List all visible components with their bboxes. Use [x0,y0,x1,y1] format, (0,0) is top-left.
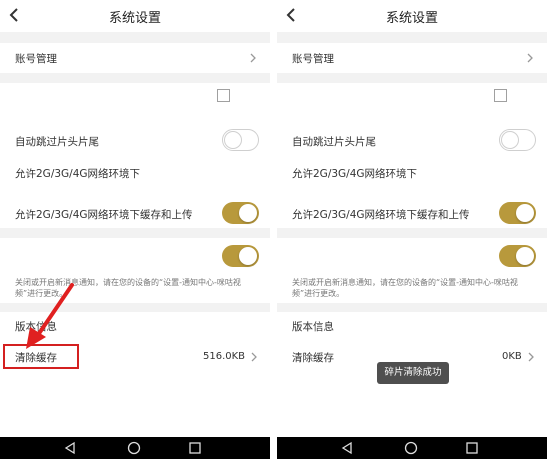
cache-upload-label: 允许2G/3G/4G网络环境下缓存和上传 [292,209,470,221]
toggle-knob [501,130,519,149]
account-management-row[interactable]: 账号管理 [0,43,270,73]
android-navbar [0,437,270,459]
divider [0,228,270,238]
cache-size-value: 516.0KB [203,351,246,362]
divider [277,303,547,312]
account-management-row[interactable]: 账号管理 [277,43,547,73]
chevron-right-icon [527,53,533,63]
header: 系统设置 [277,0,547,32]
cache-size-value: 0KB [502,351,522,362]
notify-toggle[interactable] [499,245,536,267]
chevron-right-icon [528,352,534,362]
page-title: 系统设置 [108,11,161,26]
android-navbar [277,437,547,459]
skip-intro-toggle[interactable] [222,129,259,151]
account-management-label: 账号管理 [292,53,334,65]
nav-back-icon[interactable] [63,441,77,455]
clear-cache-label: 清除缓存 [292,352,334,364]
header: 系统设置 [0,0,270,32]
cache-upload-row: 允许2G/3G/4G网络环境下缓存和上传 [0,198,270,228]
settings-screen-after: 系统设置 账号管理 自动跳过片头片尾 允许2G/3G/4G网络环境下 允许2G/… [277,0,547,459]
nav-back-icon[interactable] [340,441,354,455]
allow-network-row: 允许2G/3G/4G网络环境下 [0,157,270,187]
skip-intro-row: 自动跳过片头片尾 [277,124,547,156]
chevron-right-icon [251,352,257,362]
allow-network-label: 允许2G/3G/4G网络环境下 [292,168,418,180]
notify-row: 关闭或开启新消息通知，请在您的设备的“设置-通知中心-咪咕视频”进行更改。 [277,238,547,303]
option-checkbox[interactable] [494,89,507,102]
toggle-knob [516,247,534,265]
checkbox-row [0,83,270,109]
skip-intro-label: 自动跳过片头片尾 [15,136,99,148]
version-info-row[interactable]: 版本信息 [0,312,270,340]
skip-intro-label: 自动跳过片头片尾 [292,136,376,148]
toast-message: 碎片清除成功 [377,362,449,384]
screen-gap [270,0,277,459]
divider [0,303,270,312]
version-info-label: 版本信息 [15,321,57,333]
cache-upload-toggle[interactable] [222,202,259,224]
notify-description: 关闭或开启新消息通知，请在您的设备的“设置-通知中心-咪咕视频”进行更改。 [292,278,518,298]
option-checkbox[interactable] [217,89,230,102]
cache-upload-row: 允许2G/3G/4G网络环境下缓存和上传 [277,198,547,228]
divider [0,32,270,43]
highlight-box [3,344,79,369]
chevron-right-icon [250,53,256,63]
toggle-knob [239,204,257,222]
allow-network-label: 允许2G/3G/4G网络环境下 [15,168,141,180]
notify-row: 关闭或开启新消息通知，请在您的设备的“设置-通知中心-咪咕视频”进行更改。 [0,238,270,303]
skip-intro-toggle[interactable] [499,129,536,151]
version-info-label: 版本信息 [292,321,334,333]
page-title: 系统设置 [385,11,438,26]
skip-intro-row: 自动跳过片头片尾 [0,124,270,156]
divider [277,73,547,83]
version-info-row[interactable]: 版本信息 [277,312,547,340]
settings-screen-before: 系统设置 账号管理 自动跳过片头片尾 允许2G/3G/4G网络环境下 允许2G/… [0,0,270,459]
notify-toggle[interactable] [222,245,259,267]
checkbox-row [277,83,547,109]
nav-home-icon[interactable] [127,441,141,455]
nav-home-icon[interactable] [404,441,418,455]
notify-description: 关闭或开启新消息通知，请在您的设备的“设置-通知中心-咪咕视频”进行更改。 [15,278,241,298]
cache-upload-label: 允许2G/3G/4G网络环境下缓存和上传 [15,209,193,221]
divider [277,32,547,43]
account-management-label: 账号管理 [15,53,57,65]
toggle-knob [224,130,242,149]
nav-recent-icon[interactable] [188,441,202,455]
toggle-knob [516,204,534,222]
toggle-knob [239,247,257,265]
divider [0,73,270,83]
allow-network-row: 允许2G/3G/4G网络环境下 [277,157,547,187]
nav-recent-icon[interactable] [465,441,479,455]
divider [277,228,547,238]
cache-upload-toggle[interactable] [499,202,536,224]
